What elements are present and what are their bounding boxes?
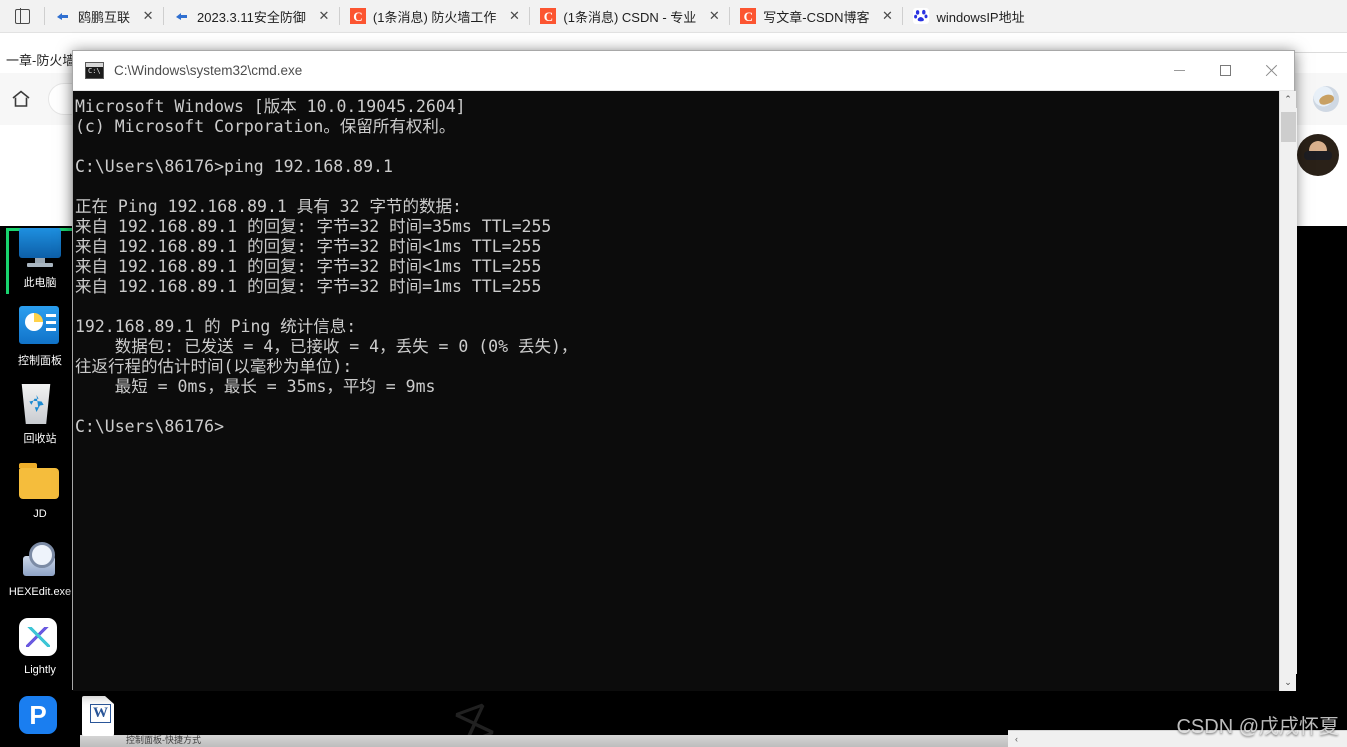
cmd-line: 往返行程的估计时间(以毫秒为单位): <box>75 357 353 376</box>
lightly-icon <box>19 618 61 660</box>
desktop-icon-label: JD <box>33 508 47 520</box>
subtab-title: 一章-防火墙 <box>6 52 76 68</box>
csdn-icon: C <box>740 8 757 24</box>
cmd-app-icon-text: C:\ <box>88 67 101 75</box>
desktop-icon-hexedit[interactable]: HEXEdit.exe <box>0 540 80 618</box>
browser-toolbar-actions <box>1313 73 1339 125</box>
browser-tab-4[interactable]: C 写文章-CSDN博客 ✕ <box>730 0 902 33</box>
folder-icon <box>19 462 61 504</box>
cmd-line: 192.168.89.1 的 Ping 统计信息: <box>75 317 357 336</box>
desktop-icon-jd[interactable]: JD <box>0 462 80 540</box>
cmd-prompt-line: C:\Users\86176> <box>75 417 225 436</box>
scroll-down-icon[interactable]: ⌄ <box>1280 674 1297 691</box>
p-app-icon: P <box>19 696 61 738</box>
close-button[interactable] <box>1248 51 1294 91</box>
desktop-icon-this-pc[interactable]: 此电脑 <box>0 228 80 306</box>
tab-close-icon[interactable]: ✕ <box>703 5 725 27</box>
tab-title: (1条消息) 防火墙工作 <box>372 9 497 25</box>
desktop-icon-label: 回收站 <box>23 433 57 445</box>
cmd-line: 来自 192.168.89.1 的回复: 字节=32 时间=1ms TTL=25… <box>75 277 542 296</box>
tab-close-icon[interactable]: ✕ <box>313 5 335 27</box>
baidu-icon <box>913 8 930 24</box>
tab-close-icon[interactable]: ✕ <box>503 5 525 27</box>
tab-title: 写文章-CSDN博客 <box>763 9 870 25</box>
cmd-line-blank <box>74 177 1279 197</box>
desktop-icon-lightly[interactable]: Lightly <box>0 618 80 696</box>
cmd-window[interactable]: C:\ C:\Windows\system32\cmd.exe Microsof… <box>72 50 1297 691</box>
tab-title: (1条消息) CSDN - 专业 <box>563 9 697 25</box>
cmd-line: 数据包: 已发送 = 4，已接收 = 4，丢失 = 0 (0% 丢失)， <box>75 337 578 356</box>
control-panel-icon <box>19 306 61 348</box>
maximize-button[interactable] <box>1202 51 1248 91</box>
desktop-icon-recycle-bin[interactable]: 回收站 <box>0 384 80 462</box>
browser-tab-0[interactable]: 鸥鹏互联 ✕ <box>45 0 163 33</box>
cmd-body[interactable]: Microsoft Windows [版本 10.0.19045.2604] (… <box>73 91 1297 691</box>
desktop-icon-label: 此电脑 <box>23 277 57 289</box>
browser-tab-2[interactable]: C (1条消息) 防火墙工作 ✕ <box>340 0 530 33</box>
browser-tab-5[interactable]: windowsIP地址 <box>903 0 1028 33</box>
link-icon <box>174 8 190 24</box>
scroll-up-icon[interactable]: ⌃ <box>1280 91 1297 108</box>
desktop-icon-control-panel[interactable]: 控制面板 <box>0 306 80 384</box>
cmd-line: Microsoft Windows [版本 10.0.19045.2604] <box>75 97 466 116</box>
usg-console-hscrollbar[interactable]: ‹ <box>1008 730 1347 747</box>
cmd-line: (c) Microsoft Corporation。保留所有权利。 <box>75 117 456 136</box>
cmd-line-blank <box>74 137 1279 157</box>
minimize-button[interactable] <box>1156 51 1202 91</box>
csdn-icon: C <box>349 8 366 24</box>
cmd-line: 正在 Ping 192.168.89.1 具有 32 字节的数据: <box>75 197 462 216</box>
sidebar-panel-icon[interactable] <box>0 0 44 33</box>
desktop-icon-label: 控制面板 <box>18 355 62 367</box>
tab-close-icon[interactable]: ✕ <box>137 5 159 27</box>
browser-tabstrip: 鸥鹏互联 ✕ 2023.3.11安全防御 ✕ C (1条消息) 防火墙工作 ✕ … <box>0 0 1347 33</box>
browser-tab-1[interactable]: 2023.3.11安全防御 ✕ <box>164 0 339 33</box>
csdn-icon: C <box>540 8 557 24</box>
pc-icon <box>19 228 61 270</box>
scrollbar-track[interactable] <box>1279 108 1297 674</box>
tab-title: 2023.3.11安全防御 <box>197 9 306 25</box>
cmd-vertical-scrollbar[interactable]: ⌃ ⌄ <box>1279 91 1297 691</box>
screen-root: 鸥鹏互联 ✕ 2023.3.11安全防御 ✕ C (1条消息) 防火墙工作 ✕ … <box>0 0 1347 747</box>
recycle-bin-icon <box>19 384 61 426</box>
cmd-window-controls <box>1156 51 1294 91</box>
browser-tab-3[interactable]: C (1条消息) CSDN - 专业 ✕ <box>530 0 729 33</box>
tab-title: windowsIP地址 <box>936 9 1025 25</box>
desktop-icon-word-doc[interactable] <box>68 696 138 747</box>
cmd-line: 来自 192.168.89.1 的回复: 字节=32 时间=35ms TTL=2… <box>75 217 552 236</box>
link-icon <box>55 8 71 24</box>
tab-title: 鸥鹏互联 <box>78 9 131 25</box>
desktop-icon-column: 此电脑 控制面板 回收站 JD HEXEdit.exe Lightly P <box>0 226 80 747</box>
cmd-app-icon: C:\ <box>85 62 104 79</box>
avatar[interactable] <box>1297 134 1339 176</box>
cmd-titlebar[interactable]: C:\ C:\Windows\system32\cmd.exe <box>73 51 1294 91</box>
cmd-window-title: C:\Windows\system32\cmd.exe <box>114 63 303 78</box>
desktop-icon-label: Lightly <box>24 664 56 676</box>
home-icon[interactable] <box>4 82 38 116</box>
cmd-line: 来自 192.168.89.1 的回复: 字节=32 时间<1ms TTL=25… <box>75 237 542 256</box>
cmd-line-blank <box>74 397 1279 417</box>
cmd-output-area[interactable]: Microsoft Windows [版本 10.0.19045.2604] (… <box>73 91 1279 691</box>
cmd-prompt-line: C:\Users\86176>ping 192.168.89.1 <box>75 157 393 176</box>
cmd-line-blank <box>74 297 1279 317</box>
scroll-left-icon[interactable]: ‹ <box>1008 734 1025 744</box>
scrollbar-thumb[interactable] <box>1280 112 1296 142</box>
cmd-line: 来自 192.168.89.1 的回复: 字节=32 时间<1ms TTL=25… <box>75 257 542 276</box>
cmd-line: 最短 = 0ms，最长 = 35ms，平均 = 9ms <box>75 377 436 396</box>
word-doc-icon <box>82 696 124 738</box>
desktop-icon-label: HEXEdit.exe <box>8 586 72 598</box>
extension-icon[interactable] <box>1313 86 1339 112</box>
hexedit-icon <box>19 540 61 582</box>
tab-close-icon[interactable]: ✕ <box>876 5 898 27</box>
